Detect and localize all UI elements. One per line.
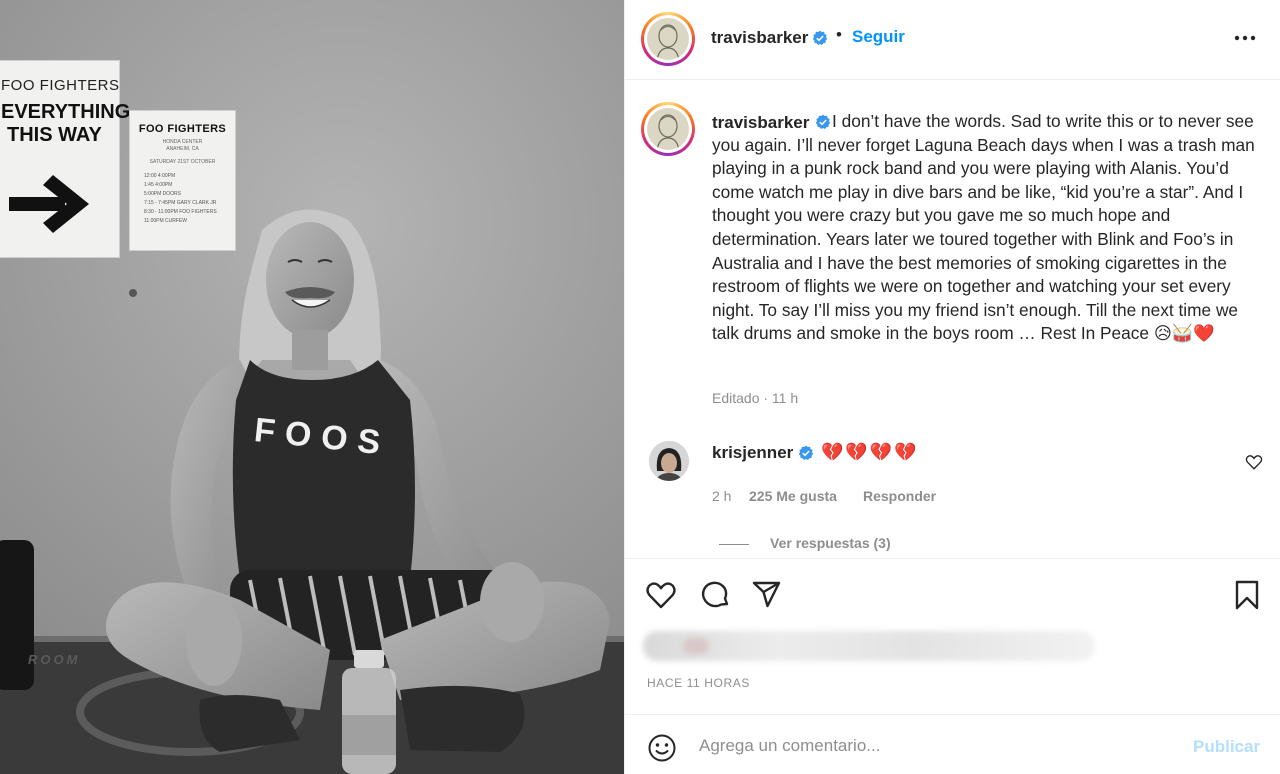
view-replies-button[interactable]: Ver respuestas (3) (770, 535, 891, 551)
caption-avatar[interactable] (641, 102, 695, 156)
schedule-row: 1:45 4:00PM (144, 182, 173, 188)
comment-likes[interactable]: 225 Me gusta (749, 488, 837, 504)
verified-badge-icon (812, 30, 828, 45)
sign-left-line2: EVERYTHING (1, 101, 131, 123)
add-comment-bar: Publicar (625, 714, 1280, 774)
likes-summary-blurred (643, 631, 1095, 661)
replies-divider (719, 544, 749, 545)
verified-badge-icon (798, 445, 814, 460)
comment-username[interactable]: krisjenner (712, 443, 793, 463)
more-horizontal-icon[interactable] (1231, 26, 1259, 50)
avatar-sketch-icon (656, 114, 680, 150)
emoji-icon[interactable] (647, 733, 677, 763)
post-time-ago[interactable]: HACE 11 HORAS (647, 676, 750, 690)
comment-text: 💔💔💔💔 (821, 442, 919, 462)
bookmark-icon[interactable] (1231, 579, 1263, 611)
header-username[interactable]: travisbarker (711, 28, 808, 48)
post-side-panel: travisbarker • Seguir travisbarker I don… (624, 0, 1280, 774)
reply-button[interactable]: Responder (863, 488, 936, 504)
header-dot: • (836, 25, 842, 44)
avatar[interactable] (641, 12, 695, 66)
schedule-venue: HONDA CENTER (162, 139, 203, 145)
post-header: travisbarker • Seguir (625, 0, 1280, 80)
post-photo[interactable]: FOO FIGHTERS EVERYTHING THIS WAY FOO FIG… (0, 0, 624, 774)
caption-meta: Editado · 11 h (712, 390, 799, 406)
comment-like-heart-icon[interactable] (1245, 453, 1263, 471)
caption-text: I don’t have the words. Sad to write thi… (712, 111, 1255, 344)
comment-input[interactable] (699, 729, 1159, 763)
floor-text: ROOM (28, 652, 81, 667)
schedule-row: 8:30 - 11:00PM FOO FIGHTERS (144, 209, 217, 215)
schedule-title: FOO FIGHTERS (138, 123, 227, 135)
post-comment-button[interactable]: Publicar (1193, 737, 1260, 757)
heart-icon[interactable] (645, 579, 677, 611)
arrow-right-icon (9, 175, 89, 233)
schedule-row: 7:15 - 7:45PM GARY CLARK JR (144, 200, 217, 206)
comment-avatar[interactable] (649, 441, 689, 481)
sign-everything-this-way: FOO FIGHTERS EVERYTHING THIS WAY (0, 60, 130, 258)
schedule-row: 12:00 4:00PM (144, 173, 176, 179)
avatar-photo-icon (649, 441, 689, 481)
share-icon[interactable] (751, 579, 783, 611)
post-actions: HACE 11 HORAS (625, 558, 1280, 714)
follow-button[interactable]: Seguir (852, 27, 905, 47)
comment-icon[interactable] (699, 579, 731, 611)
comment-time: 2 h (712, 488, 732, 504)
avatar-sketch-icon (656, 24, 680, 60)
schedule-row: 11:00PM CURFEW (144, 218, 187, 224)
schedule-city: ANAHEIM, CA (166, 146, 199, 152)
sign-schedule: FOO FIGHTERS HONDA CENTER ANAHEIM, CA SA… (129, 110, 236, 251)
schedule-date: SATURDAY 21ST OCTOBER (149, 159, 216, 165)
sign-left-line3: THIS WAY (7, 124, 102, 146)
sign-left-band: FOO FIGHTERS (1, 77, 120, 94)
schedule-row: 5:00PM DOORS (144, 191, 181, 197)
